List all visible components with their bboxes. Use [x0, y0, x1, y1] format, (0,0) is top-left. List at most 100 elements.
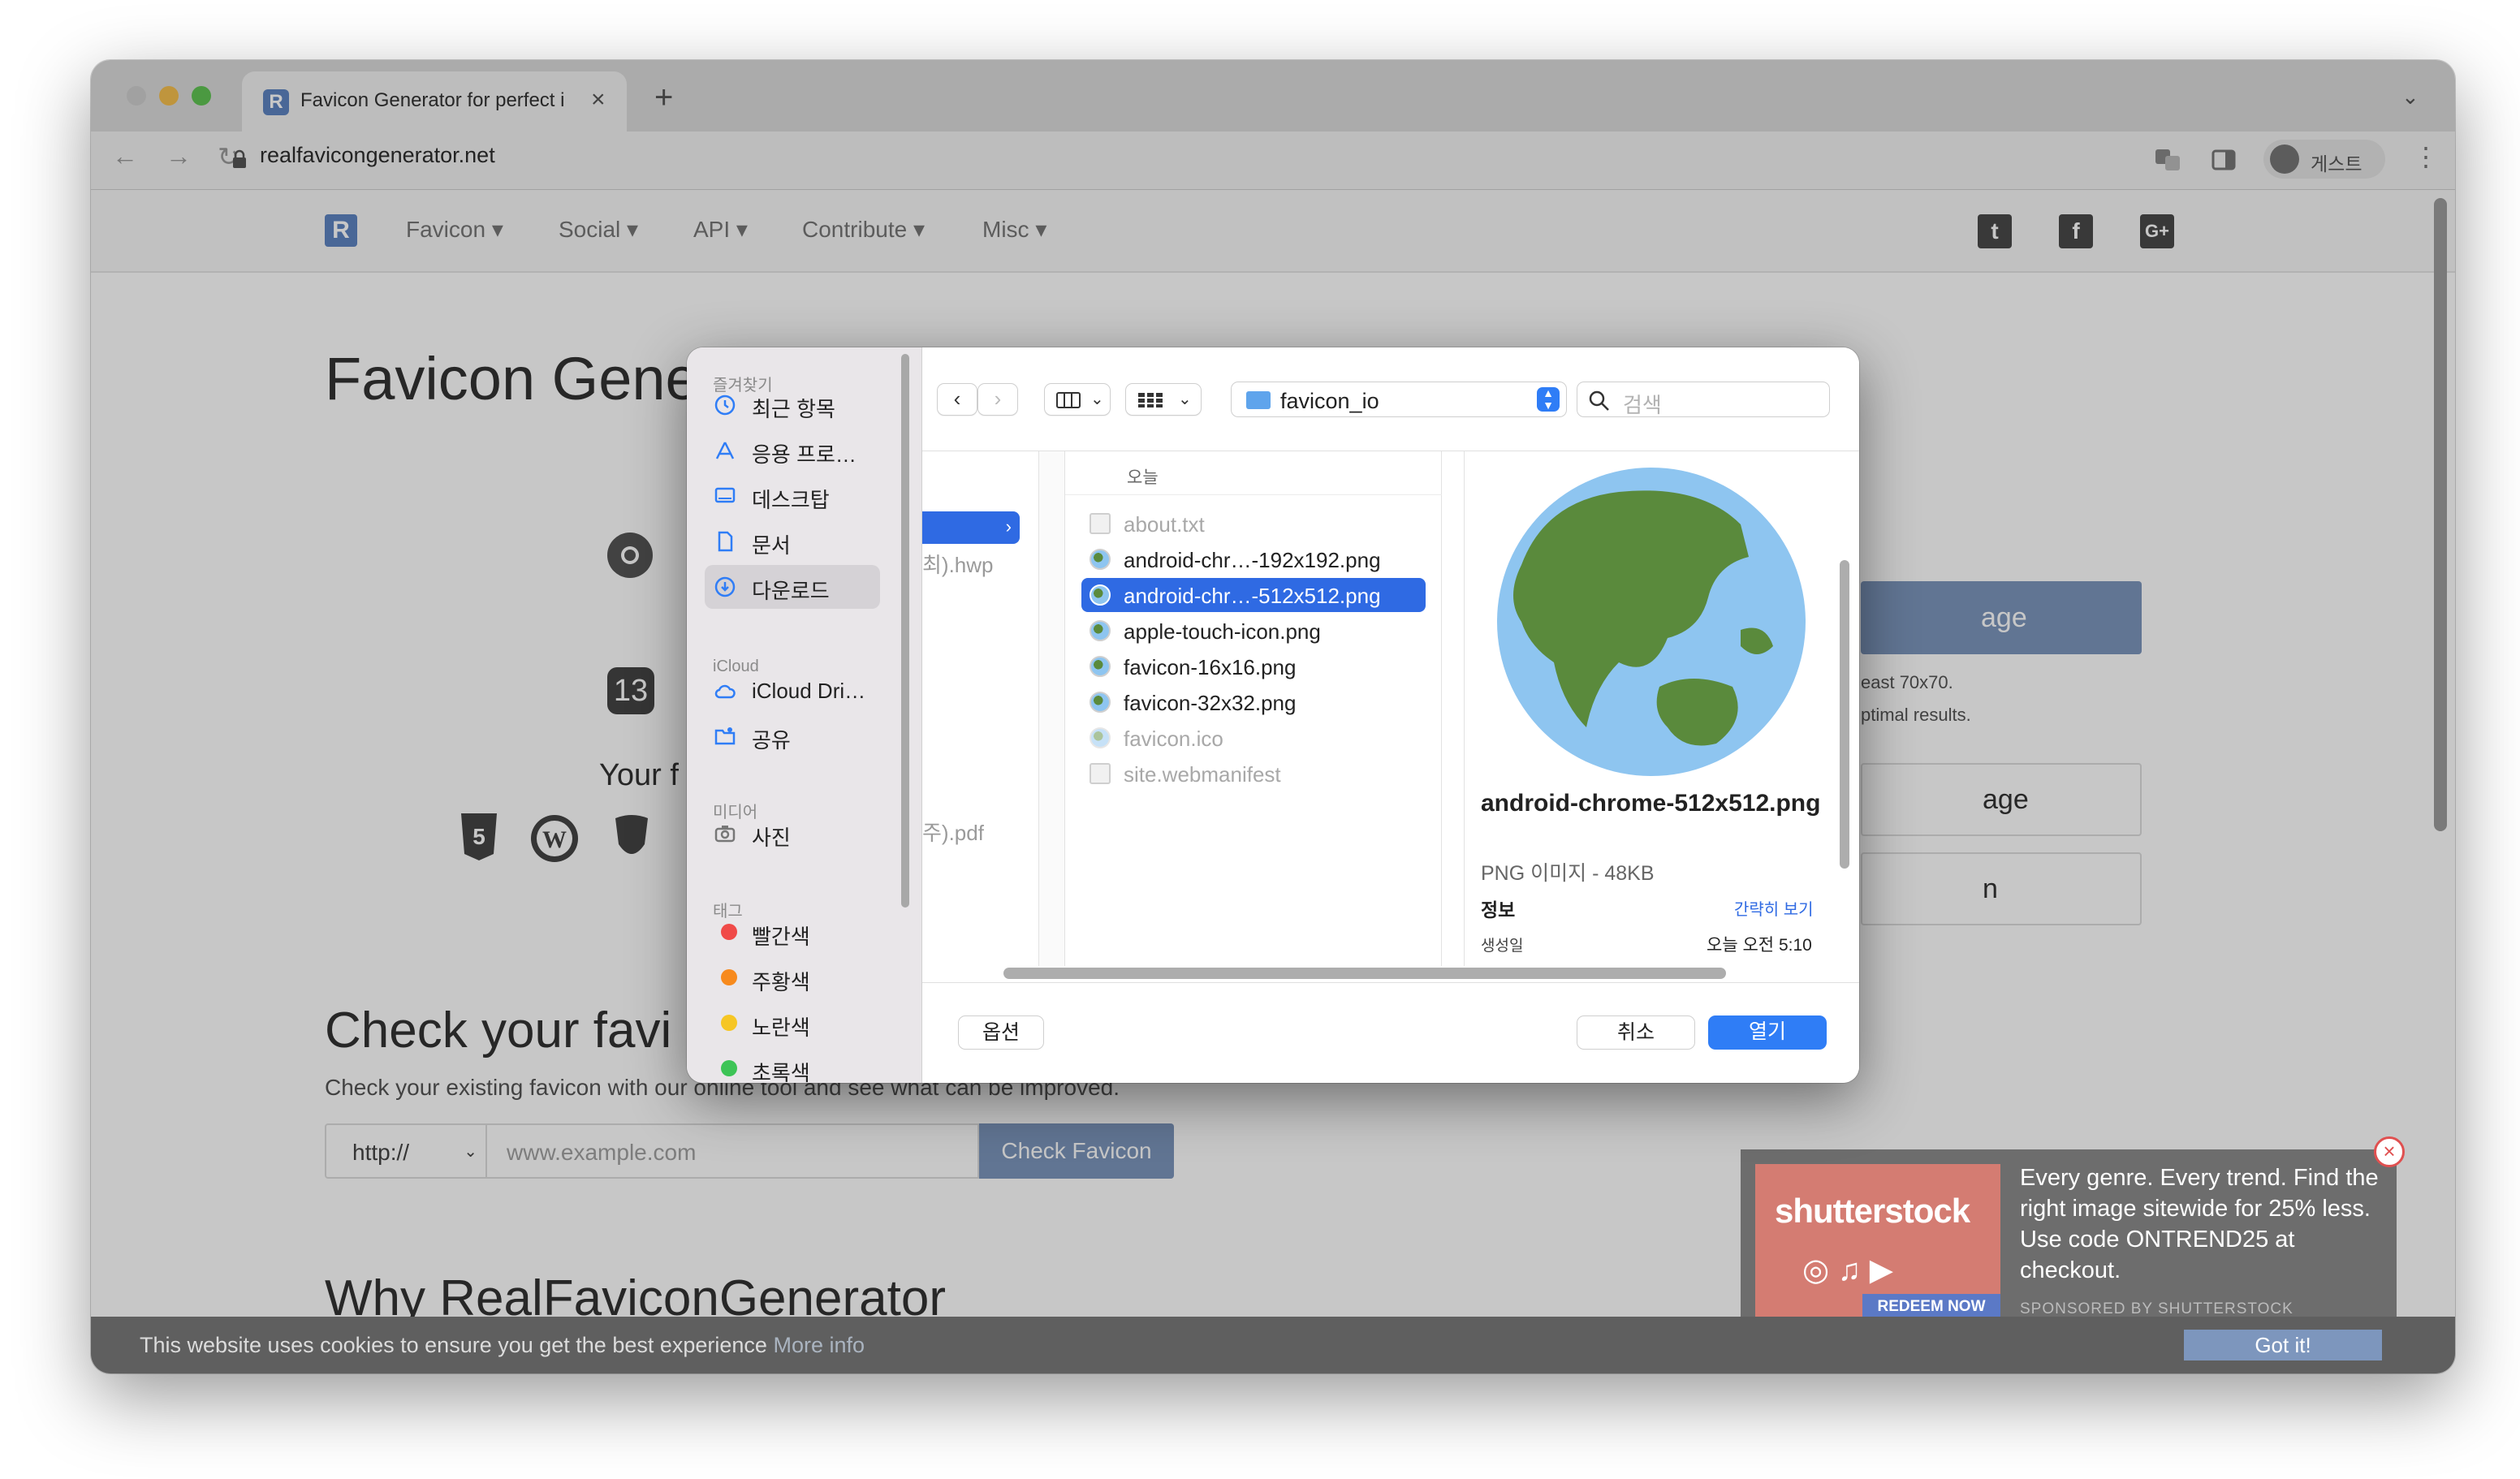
sidebar-item-shared[interactable]: 공유	[705, 714, 880, 758]
clock-icon	[714, 395, 736, 416]
text-file-icon	[1090, 513, 1111, 534]
column-browser: › 최).hwp 주).pdf 오늘 about.txt android-chr…	[922, 451, 1859, 966]
file-name: about.txt	[1124, 512, 1205, 537]
file-row-manifest[interactable]: site.webmanifest	[1081, 757, 1426, 791]
sidebar-tag-orange[interactable]: 주황색	[705, 956, 880, 1000]
preview-info-heading: 정보	[1481, 899, 1516, 921]
back-chevron-icon[interactable]: ‹	[937, 383, 977, 416]
sidebar-item-label: 노란색	[752, 1015, 810, 1040]
show-less-link[interactable]: 간략히 보기	[1734, 896, 1814, 920]
globe-preview-icon	[1497, 468, 1806, 776]
browser-window: R Favicon Generator for perfect i × + ⌄ …	[91, 60, 2455, 1373]
sidebar-scrollbar[interactable]	[901, 354, 909, 908]
browser-horizontal-scrollbar[interactable]	[1003, 968, 1726, 979]
file-name: favicon-32x32.png	[1124, 691, 1297, 715]
document-icon	[718, 531, 733, 552]
parent-column: › 최).hwp 주).pdf	[922, 451, 1052, 966]
globe-file-icon	[1090, 656, 1111, 677]
cloud-icon	[714, 684, 736, 699]
sidebar-item-label: iCloud Dri…	[752, 679, 866, 703]
tag-dot-icon	[721, 1015, 737, 1031]
cookie-banner: This website uses cookies to ensure you …	[91, 1317, 2455, 1373]
text-file-icon	[1090, 763, 1111, 784]
file-name: favicon.ico	[1124, 727, 1223, 751]
cookie-accept-button[interactable]: Got it!	[2184, 1330, 2382, 1360]
dialog-sidebar: 즐겨찾기 최근 항목 응용 프로… 데스크탑 문서 다운로드 iCloud iC…	[687, 347, 922, 1083]
parent-selected-row[interactable]: ›	[922, 511, 1020, 544]
globe-file-icon	[1090, 584, 1111, 606]
file-name: android-chr…-512x512.png	[1124, 584, 1381, 608]
globe-file-icon	[1090, 692, 1111, 713]
globe-file-icon	[1090, 620, 1111, 641]
view-mode-button[interactable]: ⌄	[1044, 383, 1111, 416]
camera-icon	[714, 826, 736, 843]
file-row-about[interactable]: about.txt	[1081, 507, 1426, 541]
file-name: site.webmanifest	[1124, 762, 1281, 787]
options-button[interactable]: 옵션	[958, 1015, 1044, 1050]
dialog-toolbar: ‹ › ⌄ ⌄ favicon_io ▲ ▼ 검색	[922, 347, 1859, 451]
preview-pane: android-chrome-512x512.png PNG 이미지 - 48K…	[1465, 451, 1859, 966]
parent-file-hwp[interactable]: 최).hwp	[922, 549, 994, 579]
apps-icon	[715, 442, 735, 459]
ad-image[interactable]: shutterstock ◎ ♫ ▶ REDEEM NOW	[1755, 1164, 2000, 1320]
sidebar-item-label: 문서	[752, 533, 791, 558]
parent-file-pdf[interactable]: 주).pdf	[922, 817, 984, 847]
folder-icon	[1246, 391, 1271, 409]
sidebar-item-photos[interactable]: 사진	[705, 812, 880, 856]
sidebar-item-applications[interactable]: 응용 프로…	[705, 429, 880, 472]
cookie-text: This website uses cookies to ensure you …	[140, 1333, 865, 1357]
ad-sponsored: SPONSORED BY SHUTTERSTOCK	[2020, 1300, 2293, 1317]
ad-logo: shutterstock	[1775, 1192, 1970, 1230]
globe-file-icon	[1090, 727, 1111, 748]
search-placeholder: 검색	[1623, 393, 1662, 417]
location-label: favicon_io	[1280, 389, 1379, 413]
preview-filename: android-chrome-512x512.png	[1481, 790, 1821, 817]
column-view-icon	[1056, 392, 1081, 408]
download-icon	[714, 576, 736, 597]
sidebar-item-label: 데스크탑	[752, 488, 830, 512]
desktop-icon	[714, 487, 736, 503]
created-label: 생성일	[1481, 938, 1524, 955]
sidebar-item-label: 공유	[752, 728, 791, 752]
sidebar-item-icloud-drive[interactable]: iCloud Dri…	[705, 669, 880, 713]
sidebar-tag-red[interactable]: 빨간색	[705, 911, 880, 955]
updown-chevron-icon: ▲ ▼	[1537, 387, 1560, 412]
grid-icon	[1138, 393, 1163, 407]
search-field[interactable]: 검색	[1577, 382, 1830, 417]
location-popup[interactable]: favicon_io ▲ ▼	[1231, 382, 1567, 417]
file-row-favicon-32[interactable]: favicon-32x32.png	[1081, 685, 1426, 719]
sidebar-item-downloads[interactable]: 다운로드	[705, 565, 880, 609]
file-row-apple-touch[interactable]: apple-touch-icon.png	[1081, 614, 1426, 648]
shutterstock-ad[interactable]: shutterstock ◎ ♫ ▶ REDEEM NOW Every genr…	[1741, 1136, 2405, 1320]
chevron-down-icon: ⌄	[1178, 390, 1192, 408]
file-row-favicon-ico[interactable]: favicon.ico	[1081, 721, 1426, 755]
preview-kind-size: PNG 이미지 - 48KB	[1481, 862, 1655, 885]
preview-scrollbar[interactable]	[1840, 560, 1849, 869]
sidebar-item-label: 주황색	[752, 970, 810, 994]
dialog-button-bar: 옵션 취소 열기	[922, 982, 1859, 1083]
sidebar-tag-yellow[interactable]: 노란색	[705, 1002, 880, 1046]
sidebar-item-documents[interactable]: 문서	[705, 520, 880, 563]
file-name: favicon-16x16.png	[1124, 655, 1297, 679]
tag-dot-icon	[721, 969, 737, 985]
sidebar-item-label: 빨간색	[752, 925, 810, 949]
file-name: apple-touch-icon.png	[1124, 619, 1321, 644]
forward-chevron-icon[interactable]: ›	[977, 383, 1018, 416]
cancel-button[interactable]: 취소	[1577, 1015, 1695, 1050]
group-button[interactable]: ⌄	[1125, 383, 1202, 416]
cookie-more-link[interactable]: More info	[773, 1333, 865, 1357]
open-button[interactable]: 열기	[1708, 1015, 1827, 1050]
file-row-android-192[interactable]: android-chr…-192x192.png	[1081, 542, 1426, 576]
page-scrollbar[interactable]	[2434, 198, 2447, 831]
file-row-favicon-16[interactable]: favicon-16x16.png	[1081, 649, 1426, 683]
tag-dot-icon	[721, 924, 737, 940]
globe-file-icon	[1090, 549, 1111, 570]
sidebar-item-label: 초록색	[752, 1061, 810, 1083]
sidebar-tag-green[interactable]: 초록색	[705, 1047, 880, 1083]
sidebar-item-desktop[interactable]: 데스크탑	[705, 474, 880, 518]
file-row-android-512[interactable]: android-chr…-512x512.png	[1081, 578, 1426, 612]
sidebar-item-recents[interactable]: 최근 항목	[705, 383, 880, 427]
ad-close-icon[interactable]: ×	[2374, 1136, 2405, 1167]
ad-text: Every genre. Every trend. Find the right…	[2020, 1165, 2379, 1283]
column-resize-area	[1442, 451, 1465, 966]
